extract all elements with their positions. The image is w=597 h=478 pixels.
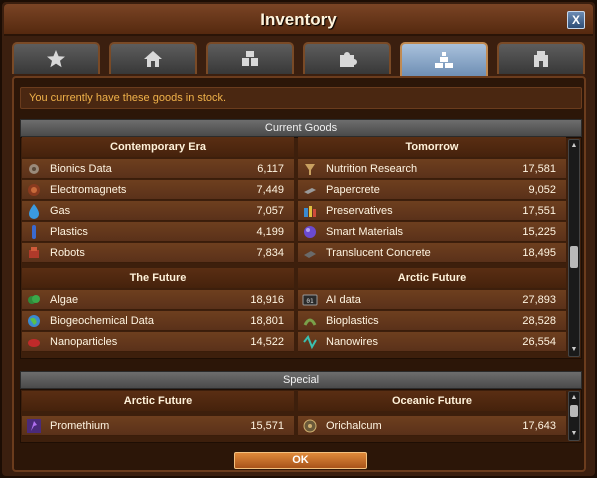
scroll-down-arrow-icon[interactable]: ▼ bbox=[569, 345, 579, 355]
tab-favorites[interactable] bbox=[12, 42, 100, 74]
goods-row: Nanoparticles 14,522 bbox=[22, 332, 294, 352]
smart-materials-icon bbox=[301, 223, 319, 241]
title-bar: Inventory X bbox=[4, 4, 593, 36]
current-goods-scrollbar[interactable]: ▲ ▼ bbox=[568, 139, 580, 357]
tab-goods[interactable] bbox=[400, 42, 488, 76]
puzzle-icon bbox=[340, 52, 357, 67]
nanoparticles-icon bbox=[25, 333, 43, 351]
scroll-down-arrow-icon[interactable]: ▼ bbox=[569, 429, 579, 439]
special-scrollbar[interactable]: ▲ ▼ bbox=[568, 391, 580, 441]
goods-row: Robots 7,834 bbox=[22, 243, 294, 263]
group-header-the-future: The Future bbox=[22, 268, 294, 288]
close-button[interactable]: X bbox=[567, 11, 585, 29]
promethium-icon bbox=[25, 417, 43, 435]
plastics-icon bbox=[25, 223, 43, 241]
goods-row: Translucent Concrete 18,495 bbox=[298, 243, 566, 263]
inventory-window: Inventory X You currently have these goo… bbox=[0, 0, 597, 478]
building-icon bbox=[534, 51, 548, 67]
orichalcum-icon bbox=[301, 417, 319, 435]
goods-row: Bioplastics 28,528 bbox=[298, 311, 566, 331]
bioplastics-icon bbox=[301, 312, 319, 330]
house-icon bbox=[144, 51, 162, 67]
current-goods-header: Current Goods bbox=[20, 119, 582, 137]
content-panel: You currently have these goods in stock.… bbox=[12, 76, 586, 472]
goods-row: Nanowires 26,554 bbox=[298, 332, 566, 352]
nanowires-icon bbox=[301, 333, 319, 351]
electromagnet-icon bbox=[25, 181, 43, 199]
goods-row: Bionics Data 6,117 bbox=[22, 159, 294, 179]
tab-fragments[interactable] bbox=[303, 42, 391, 74]
special-header: Special bbox=[20, 371, 582, 389]
papercrete-icon bbox=[301, 181, 319, 199]
goods-row: Electromagnets 7,449 bbox=[22, 180, 294, 200]
window-title: Inventory bbox=[260, 10, 337, 29]
goods-row: Preservatives 17,551 bbox=[298, 201, 566, 221]
goods-row: Gas 7,057 bbox=[22, 201, 294, 221]
svg-text:01: 01 bbox=[306, 298, 314, 305]
gas-icon bbox=[25, 202, 43, 220]
goods-row: Promethium 15,571 bbox=[22, 416, 294, 436]
ai-data-icon: 01 bbox=[301, 291, 319, 309]
globe-icon bbox=[25, 312, 43, 330]
goods-row: Biogeochemical Data 18,801 bbox=[22, 311, 294, 331]
concrete-icon bbox=[301, 244, 319, 262]
robot-icon bbox=[25, 244, 43, 262]
scrollbar-thumb[interactable] bbox=[570, 246, 578, 268]
group-header-tomorrow: Tomorrow bbox=[298, 137, 566, 157]
nutrition-icon bbox=[301, 160, 319, 178]
group-header-oceanic-future: Oceanic Future bbox=[298, 391, 566, 411]
stock-info-text: You currently have these goods in stock. bbox=[20, 87, 582, 109]
ok-button[interactable]: OK bbox=[234, 452, 367, 469]
tab-items[interactable] bbox=[206, 42, 294, 74]
goods-row: Orichalcum 17,643 bbox=[298, 416, 566, 436]
goods-row: Algae 18,916 bbox=[22, 290, 294, 310]
scroll-up-arrow-icon[interactable]: ▲ bbox=[569, 393, 579, 403]
tab-buildings[interactable] bbox=[109, 42, 197, 74]
group-header-arctic-future: Arctic Future bbox=[298, 268, 566, 288]
star-icon bbox=[47, 50, 65, 68]
goods-row: Nutrition Research 17,581 bbox=[298, 159, 566, 179]
group-header-special-arctic-future: Arctic Future bbox=[22, 391, 294, 411]
scroll-up-arrow-icon[interactable]: ▲ bbox=[569, 141, 579, 151]
group-header-contemporary-era: Contemporary Era bbox=[22, 137, 294, 157]
boxes-icon bbox=[242, 51, 258, 66]
goods-row: 01 AI data 27,893 bbox=[298, 290, 566, 310]
scrollbar-thumb[interactable] bbox=[570, 405, 578, 417]
preservatives-icon bbox=[301, 202, 319, 220]
tab-special-buildings[interactable] bbox=[497, 42, 585, 74]
goods-bricks-icon bbox=[435, 52, 453, 68]
goods-row: Smart Materials 15,225 bbox=[298, 222, 566, 242]
algae-icon bbox=[25, 291, 43, 309]
tab-bar bbox=[12, 42, 586, 76]
goods-row: Plastics 4,199 bbox=[22, 222, 294, 242]
bionics-icon bbox=[25, 160, 43, 178]
goods-row: Papercrete 9,052 bbox=[298, 180, 566, 200]
